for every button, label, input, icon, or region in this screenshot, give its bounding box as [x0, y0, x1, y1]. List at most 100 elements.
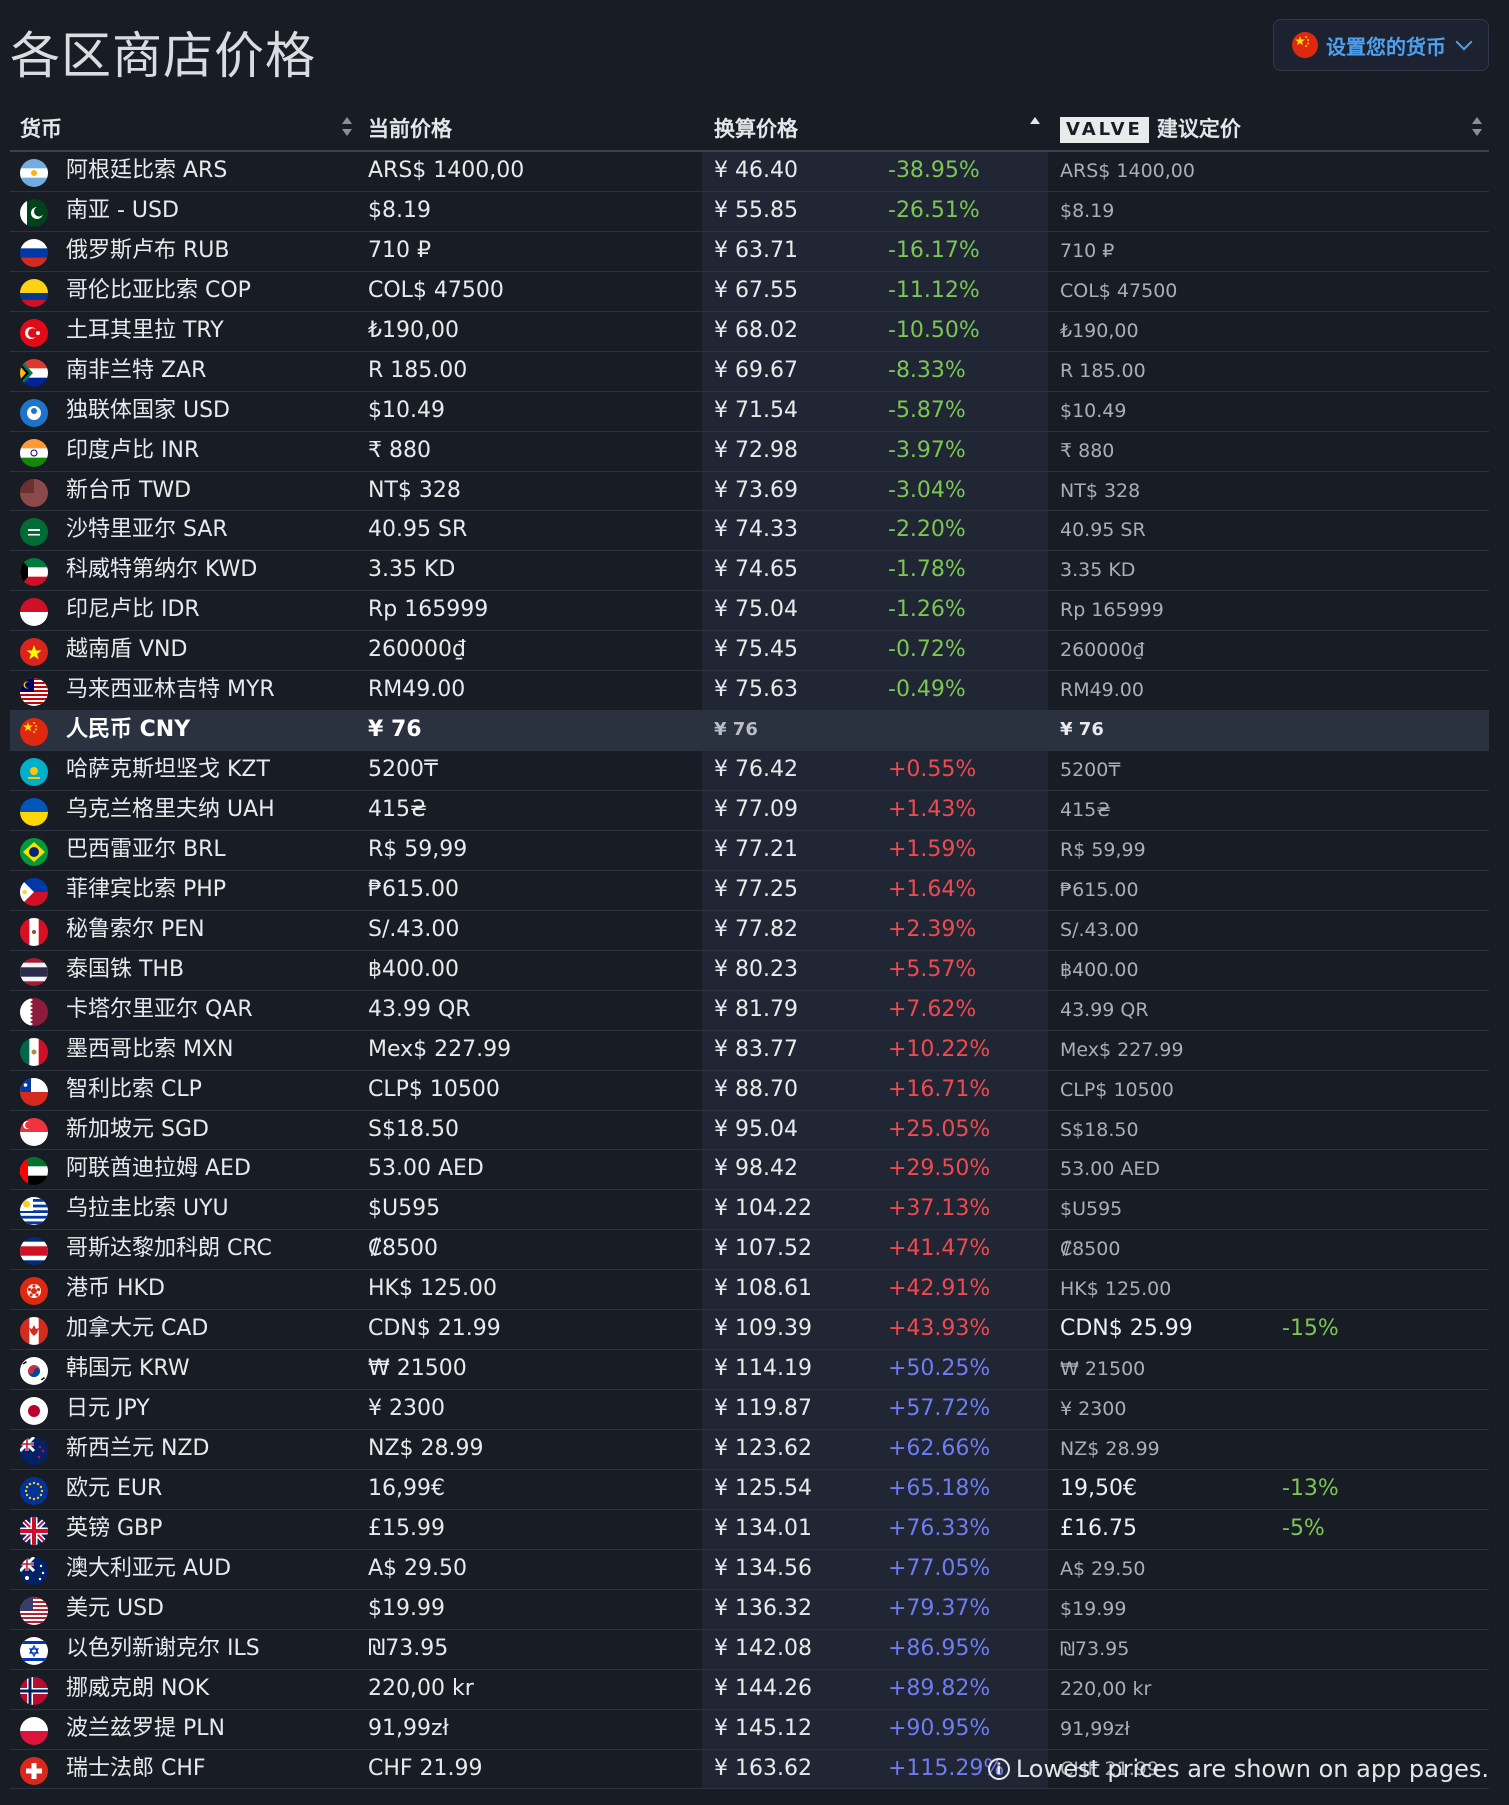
- flag-vn-icon: [20, 638, 48, 667]
- recommended-price: £16.75: [1060, 1515, 1137, 1541]
- price-difference: +89.82%: [888, 1675, 991, 1701]
- flag-il-icon: [20, 1636, 48, 1665]
- currency-name: 哈萨克斯坦坚戈 KZT: [66, 757, 270, 783]
- converted-price: ¥ 77.09: [714, 797, 798, 822]
- currency-name: 英镑 GBP: [66, 1515, 163, 1541]
- converted-price: ¥ 75.04: [714, 597, 798, 623]
- converted-price: ¥ 67.55: [714, 277, 798, 303]
- current-price: 43.99 QR: [368, 996, 471, 1022]
- recommended-price: ₺190,00: [1060, 319, 1139, 342]
- footer-text: Lowest prices are shown on app pages.: [1015, 1755, 1489, 1783]
- price-table: 货币 当前价格 换算价格 VALVE 建议定价 阿根廷比索 ARS ARS$ 14…: [10, 108, 1489, 1790]
- current-price: 220,00 kr: [368, 1675, 474, 1701]
- table-row: 新加坡元 SGD S$18.50 ¥ 95.04 +25.05% S$18.50: [10, 1110, 1489, 1151]
- flag-cis-icon: [20, 398, 48, 427]
- converted-price: ¥ 74.33: [714, 517, 798, 543]
- flag-sg-icon: [20, 1117, 48, 1146]
- currency-name: 新加坡元 SGD: [66, 1116, 209, 1142]
- converted-price: ¥ 75.63: [714, 677, 798, 703]
- price-difference: +79.37%: [888, 1595, 991, 1621]
- recommended-price: Rp 165999: [1060, 599, 1164, 622]
- currency-name: 马来西亚林吉特 MYR: [66, 677, 275, 703]
- info-icon: i: [987, 1758, 1010, 1780]
- price-difference: +43.93%: [888, 1316, 991, 1342]
- current-price: £15.99: [368, 1515, 445, 1541]
- sort-recommended-icon[interactable]: [1472, 117, 1482, 139]
- current-price: RM49.00: [368, 677, 466, 703]
- recommended-price: $U595: [1060, 1198, 1123, 1221]
- price-difference: -1.78%: [888, 557, 966, 583]
- table-body: 阿根廷比索 ARS ARS$ 1400,00 ¥ 46.40 -38.95% A…: [10, 152, 1489, 1790]
- table-row: 土耳其里拉 TRY ₺190,00 ¥ 68.02 -10.50% ₺190,0…: [10, 311, 1489, 352]
- current-price: $19.99: [368, 1595, 445, 1621]
- table-row: 泰国铢 THB ฿400.00 ¥ 80.23 +5.57% ฿400.00: [10, 950, 1489, 991]
- recommended-price: R$ 59,99: [1060, 838, 1146, 861]
- current-price: A$ 29.50: [368, 1555, 468, 1581]
- set-currency-label: 设置您的货币: [1326, 34, 1446, 59]
- flag-th-icon: [20, 957, 48, 986]
- table-row: 智利比索 CLP CLP$ 10500 ¥ 88.70 +16.71% CLP$…: [10, 1070, 1489, 1111]
- recommended-price: 5200₸: [1060, 759, 1121, 782]
- currency-name: 泰国铢 THB: [66, 956, 185, 982]
- set-currency-button[interactable]: 设置您的货币: [1273, 19, 1489, 71]
- current-price: $10.49: [368, 397, 445, 423]
- table-row: 乌拉圭比索 UYU $U595 ¥ 104.22 +37.13% $U595: [10, 1190, 1489, 1231]
- flag-za-icon: [20, 358, 48, 387]
- current-price: ₩ 21500: [368, 1356, 467, 1382]
- currency-name: 人民币 CNY: [66, 717, 191, 743]
- price-difference: +1.59%: [888, 836, 977, 862]
- recommended-price: RM49.00: [1060, 679, 1144, 702]
- price-difference: -38.95%: [888, 158, 980, 183]
- flag-pe-icon: [20, 917, 48, 946]
- converted-price: ¥ 119.87: [714, 1396, 812, 1422]
- current-price: CDN$ 21.99: [368, 1316, 501, 1342]
- recommended-price: A$ 29.50: [1060, 1557, 1146, 1580]
- table-row: 以色列新谢克尔 ILS ₪73.95 ¥ 142.08 +86.95% ₪73.…: [10, 1629, 1489, 1670]
- current-price: 3.35 KD: [368, 557, 456, 583]
- price-difference: +76.33%: [888, 1515, 991, 1541]
- current-price: R 185.00: [368, 357, 468, 383]
- flag-qa-icon: [20, 997, 48, 1026]
- current-price: ¥ 76: [368, 717, 422, 743]
- price-difference: -3.97%: [888, 437, 966, 463]
- recommended-price: ₹ 880: [1060, 439, 1115, 462]
- converted-price: ¥ 83.77: [714, 1036, 798, 1062]
- column-header-currency[interactable]: 货币: [20, 108, 62, 150]
- converted-price: ¥ 136.32: [714, 1595, 812, 1621]
- price-difference: +0.55%: [888, 757, 977, 783]
- table-row: 美元 USD $19.99 ¥ 136.32 +79.37% $19.99: [10, 1589, 1489, 1630]
- table-row: 南亚 - USD $8.19 ¥ 55.85 -26.51% $8.19: [10, 191, 1489, 232]
- flag-ua-icon: [20, 798, 48, 826]
- current-price: R$ 59,99: [368, 836, 468, 862]
- column-header-current-price[interactable]: 当前价格: [368, 108, 452, 150]
- recommended-price: Mex$ 227.99: [1060, 1038, 1184, 1061]
- table-row: 新西兰元 NZD NZ$ 28.99 ¥ 123.62 +62.66% NZ$ …: [10, 1430, 1489, 1470]
- current-price: ₹ 880: [368, 437, 431, 463]
- flag-cn-icon: [20, 718, 48, 747]
- flag-co-icon: [20, 278, 48, 307]
- flag-pl-icon: [20, 1716, 48, 1745]
- column-header-recommended[interactable]: VALVE 建议定价: [1060, 108, 1241, 150]
- flag-kw-icon: [20, 558, 48, 587]
- table-row: 越南盾 VND 260000₫ ¥ 75.45 -0.72% 260000₫: [10, 631, 1489, 672]
- table-row: 欧元 EUR 16,99€ ¥ 125.54 +65.18% 19,50€ -1…: [10, 1469, 1489, 1510]
- table-row: 巴西雷亚尔 BRL R$ 59,99 ¥ 77.21 +1.59% R$ 59,…: [10, 830, 1489, 871]
- currency-name: 墨西哥比索 MXN: [66, 1036, 234, 1062]
- flag-sa-icon: [20, 518, 48, 547]
- recommended-price: R 185.00: [1060, 359, 1146, 382]
- flag-in-icon: [20, 438, 48, 467]
- table-row: 哥斯达黎加科朗 CRC ₡8500 ¥ 107.52 +41.47% ₡8500: [10, 1230, 1489, 1271]
- current-price: 415₴: [368, 797, 428, 822]
- table-row: 阿根廷比索 ARS ARS$ 1400,00 ¥ 46.40 -38.95% A…: [10, 152, 1489, 192]
- column-header-converted-price[interactable]: 换算价格: [714, 108, 798, 150]
- recommended-difference: -15%: [1282, 1316, 1339, 1342]
- sort-converted-icon[interactable]: [1030, 117, 1040, 139]
- price-difference: -5.87%: [888, 397, 966, 423]
- converted-price: ¥ 108.61: [714, 1276, 812, 1302]
- currency-name: 挪威克朗 NOK: [66, 1675, 210, 1701]
- converted-price: ¥ 88.70: [714, 1076, 798, 1102]
- converted-price: ¥ 72.98: [714, 437, 798, 463]
- table-row: 菲律宾比索 PHP ₱615.00 ¥ 77.25 +1.64% ₱615.00: [10, 870, 1489, 911]
- table-row: 英镑 GBP £15.99 ¥ 134.01 +76.33% £16.75 -5…: [10, 1509, 1489, 1550]
- sort-currency-icon[interactable]: [342, 117, 352, 139]
